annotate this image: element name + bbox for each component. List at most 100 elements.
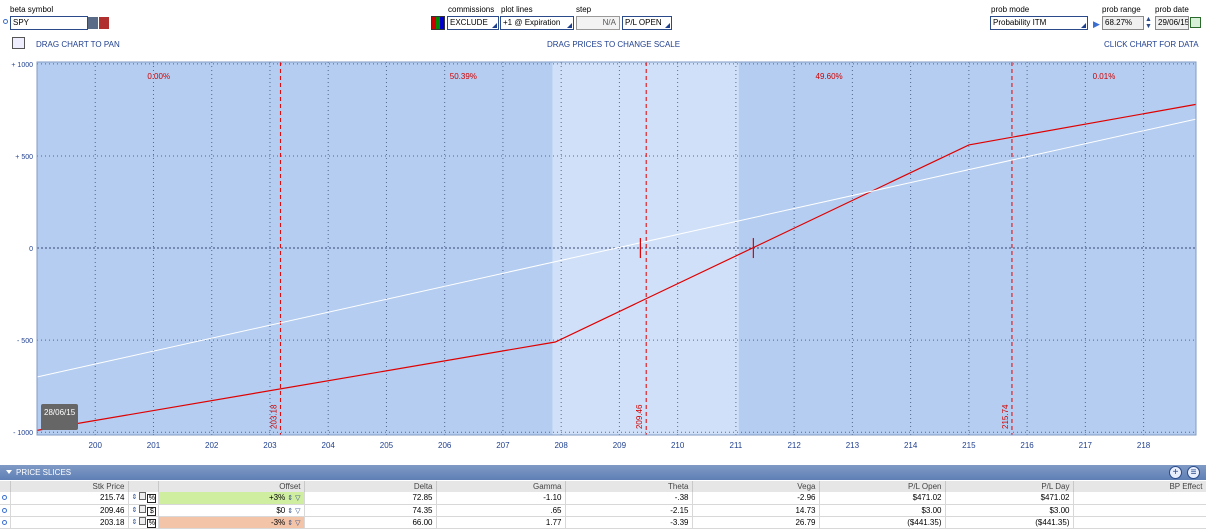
price-slices-header[interactable]: PRICE SLICES: [0, 465, 1206, 480]
row-select-cell[interactable]: [0, 516, 11, 529]
row-select-cell[interactable]: [0, 492, 11, 505]
bp-effect-cell: [1073, 516, 1206, 529]
lock-icon[interactable]: [139, 504, 147, 513]
col-theta[interactable]: Theta: [565, 481, 693, 492]
delta-cell: 66.00: [304, 516, 437, 529]
pl-open-cell: $471.02: [819, 492, 946, 505]
offset-dropdown-icon[interactable]: ▽: [295, 520, 300, 527]
col-delta[interactable]: Delta: [304, 481, 437, 492]
zone-probability-label: 0.00%: [147, 72, 170, 81]
pan-chart-icon[interactable]: [12, 37, 25, 49]
risk-profile-chart[interactable]: 200 201 202 203 204 205 206 207 208 209 210 211 212 2…: [0, 52, 1206, 462]
y-tick-label: + 500: [15, 154, 33, 161]
col-stk-price[interactable]: Stk Price: [10, 481, 129, 492]
col-offset[interactable]: Offset: [158, 481, 305, 492]
y-tick-label: - 1000: [13, 430, 33, 437]
x-tick-label: 212: [787, 441, 801, 450]
commissions-select[interactable]: EXCLUDE: [447, 16, 499, 30]
x-tick-label: 203: [263, 441, 277, 450]
col-bp-effect[interactable]: BP Effect: [1073, 481, 1206, 492]
spinner-icon[interactable]: ⇕: [132, 507, 138, 514]
offset-spinner-icon[interactable]: ⇕: [287, 495, 293, 502]
hint-data: CLICK CHART FOR DATA: [1104, 40, 1199, 49]
pl-day-cell: ($441.35): [945, 516, 1074, 529]
table-row[interactable]: 215.74 ⇕% +3% ⇕ ▽ 72.85 -1.10 -.38 -2.96 $471.02 $…: [0, 492, 1206, 505]
row-radio-icon[interactable]: [2, 519, 7, 525]
offset-spinner-icon[interactable]: ⇕: [287, 508, 293, 515]
lock-icon[interactable]: [139, 492, 147, 501]
symbol-clear-icon[interactable]: [99, 17, 109, 29]
y-tick-label: - 500: [17, 338, 33, 345]
offset-cell[interactable]: -3% ⇕ ▽: [158, 516, 305, 529]
spinner-icon[interactable]: ⇕: [132, 519, 138, 526]
step-field[interactable]: N/A: [576, 16, 620, 30]
col-pl-open[interactable]: P/L Open: [819, 481, 946, 492]
bp-effect-cell: [1073, 492, 1206, 505]
row-radio-icon[interactable]: [2, 495, 7, 501]
mode-toggle-icon[interactable]: %: [147, 494, 157, 503]
offset-cell[interactable]: $0 ⇕ ▽: [158, 504, 305, 517]
plus-icon[interactable]: +: [1169, 466, 1182, 479]
plot-lines-select[interactable]: +1 @ Expiration: [500, 16, 574, 30]
color-grid-icon[interactable]: [431, 16, 445, 30]
row-radio-icon[interactable]: [2, 507, 7, 513]
col-vega[interactable]: Vega: [692, 481, 820, 492]
symbol-dropdown-icon[interactable]: [88, 17, 98, 29]
col-icons: [128, 481, 159, 492]
y-tick-label: 0: [29, 246, 33, 253]
list-icon[interactable]: ≡: [1187, 466, 1200, 479]
calendar-icon[interactable]: [1190, 17, 1201, 28]
offset-value: $0: [276, 505, 286, 515]
hint-scale: DRAG PRICES TO CHANGE SCALE: [547, 40, 681, 49]
gamma-cell: 1.77: [436, 516, 566, 529]
row-select-cell[interactable]: [0, 504, 11, 517]
stk-price-cell[interactable]: 203.18: [10, 516, 129, 529]
toolbar: beta symbol SPY commissions EXCLUDE plot…: [0, 0, 1206, 36]
spinner-icon[interactable]: ⇕: [132, 494, 138, 501]
stk-price-cell[interactable]: 209.46: [10, 504, 129, 517]
play-icon[interactable]: ▶: [1093, 19, 1100, 30]
y-tick-label: + 1000: [11, 62, 33, 69]
stk-price-cell[interactable]: 215.74: [10, 492, 129, 505]
x-tick-label: 209: [613, 441, 627, 450]
vega-cell: 26.79: [692, 516, 820, 529]
collapse-icon[interactable]: [6, 470, 12, 474]
table-row[interactable]: 203.18 ⇕% -3% ⇕ ▽ 66.00 1.77 -3.39 26.79 ($441.35…: [0, 516, 1206, 529]
price-marker-label: 215.74: [1001, 404, 1010, 429]
prob-date-label: prob date: [1155, 5, 1189, 14]
mode-toggle-icon[interactable]: $: [147, 506, 157, 515]
row-icons-cell: ⇕%: [128, 492, 159, 505]
col-gamma[interactable]: Gamma: [436, 481, 566, 492]
mode-toggle-icon[interactable]: %: [147, 518, 157, 527]
offset-spinner-icon[interactable]: ⇕: [287, 520, 293, 527]
symbol-field[interactable]: SPY: [10, 16, 88, 30]
prob-date-field[interactable]: 29/06/15: [1155, 16, 1189, 30]
prob-mode-select[interactable]: Probability ITM: [990, 16, 1088, 30]
col-pl-day[interactable]: P/L Day: [945, 481, 1074, 492]
radio-dot-icon[interactable]: [3, 19, 8, 24]
offset-cell[interactable]: +3% ⇕ ▽: [158, 492, 305, 505]
x-tick-label: 217: [1079, 441, 1093, 450]
hint-pan: DRAG CHART TO PAN: [36, 40, 120, 49]
col-spacer: [0, 481, 11, 492]
gamma-cell: .65: [436, 504, 566, 517]
prob-range-label: prob range: [1102, 5, 1141, 14]
zone-probability-label: 0.01%: [1093, 72, 1116, 81]
zone-probability-label: 49.60%: [816, 72, 843, 81]
offset-dropdown-icon[interactable]: ▽: [295, 495, 300, 502]
prob-range-spinner-icon[interactable]: ▲ ▼: [1145, 16, 1152, 30]
table-row[interactable]: 209.46 ⇕ $ $0 ⇕ ▽ 74.35.65 -2.15 14.73 $3.00 $3.00: [0, 504, 1206, 517]
pl-mode-select[interactable]: P/L OPEN: [622, 16, 672, 30]
prob-range-field[interactable]: 68.27%: [1102, 16, 1144, 30]
price-marker-label: 209.46: [635, 404, 644, 429]
delta-cell: 74.35: [304, 504, 437, 517]
offset-value: -3%: [271, 517, 286, 527]
risk-profile-svg[interactable]: 200 201 202 203 204 205 206 207 208 209 210 211 212 2…: [0, 52, 1206, 462]
offset-dropdown-icon[interactable]: ▽: [295, 508, 300, 515]
vega-cell: 14.73: [692, 504, 820, 517]
offset-value: +3%: [269, 493, 286, 503]
x-tick-label: 201: [147, 441, 161, 450]
prob-mode-label: prob mode: [991, 5, 1030, 14]
lock-icon[interactable]: [139, 516, 147, 525]
pl-open-cell: $3.00: [819, 504, 946, 517]
